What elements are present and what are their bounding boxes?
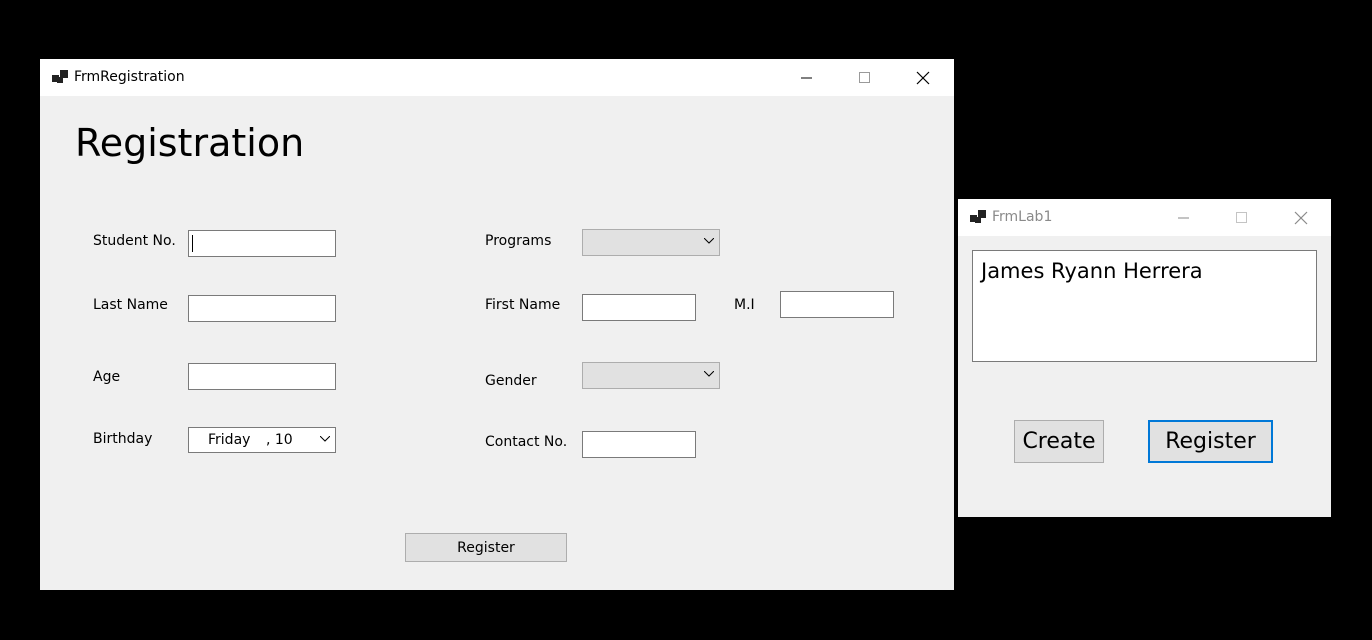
mi-label: M.I bbox=[734, 297, 755, 313]
name-display-box[interactable]: James Ryann Herrera bbox=[972, 250, 1317, 362]
last-name-input[interactable] bbox=[188, 295, 336, 322]
gender-label: Gender bbox=[485, 373, 537, 389]
minimize-icon bbox=[801, 77, 812, 78]
close-button[interactable] bbox=[894, 59, 952, 96]
maximize-button[interactable] bbox=[836, 59, 894, 96]
registration-titlebar[interactable]: FrmRegistration bbox=[40, 59, 954, 96]
birthday-label: Birthday bbox=[93, 431, 153, 447]
maximize-icon bbox=[1236, 211, 1247, 223]
app-window-icon bbox=[970, 210, 986, 224]
minimize-button[interactable] bbox=[1155, 199, 1213, 236]
page-title: Registration bbox=[75, 121, 305, 165]
last-name-label: Last Name bbox=[93, 297, 168, 313]
contact-no-label: Contact No. bbox=[485, 434, 568, 450]
minimize-button[interactable] bbox=[778, 59, 836, 96]
close-icon bbox=[916, 71, 930, 84]
chevron-down-icon bbox=[704, 371, 714, 377]
programs-dropdown[interactable] bbox=[582, 229, 720, 256]
minimize-icon bbox=[1178, 217, 1189, 218]
registration-window-title: FrmRegistration bbox=[74, 69, 185, 85]
registration-window: FrmRegistration Registration Student No.… bbox=[40, 59, 954, 590]
birthday-date-picker[interactable]: Friday , 10 bbox=[188, 427, 336, 453]
register-button-lab[interactable]: Register bbox=[1148, 420, 1273, 463]
close-button[interactable] bbox=[1272, 199, 1330, 236]
age-input[interactable] bbox=[188, 363, 336, 390]
contact-no-input[interactable] bbox=[582, 431, 696, 458]
lab-window-title: FrmLab1 bbox=[992, 209, 1053, 225]
birthday-day: Friday bbox=[208, 432, 251, 448]
register-button[interactable]: Register bbox=[405, 533, 567, 562]
age-label: Age bbox=[93, 369, 121, 385]
name-display-text: James Ryann Herrera bbox=[981, 259, 1203, 283]
close-icon bbox=[1294, 211, 1308, 224]
programs-label: Programs bbox=[485, 233, 552, 249]
first-name-label: First Name bbox=[485, 297, 561, 313]
student-no-input[interactable] bbox=[188, 230, 336, 257]
mi-input[interactable] bbox=[780, 291, 894, 318]
birthday-date: , 10 bbox=[266, 432, 293, 448]
maximize-icon bbox=[859, 71, 870, 83]
app-window-icon bbox=[52, 70, 68, 84]
lab-titlebar[interactable]: FrmLab1 bbox=[958, 199, 1331, 236]
text-caret bbox=[192, 235, 193, 252]
maximize-button[interactable] bbox=[1213, 199, 1271, 236]
chevron-down-icon bbox=[704, 238, 714, 244]
chevron-down-icon bbox=[320, 436, 330, 442]
student-no-label: Student No. bbox=[93, 233, 176, 249]
create-button[interactable]: Create bbox=[1014, 420, 1104, 463]
gender-dropdown[interactable] bbox=[582, 362, 720, 389]
lab-window: FrmLab1 James Ryann Herrera Create Regis… bbox=[958, 199, 1331, 517]
first-name-input[interactable] bbox=[582, 294, 696, 321]
